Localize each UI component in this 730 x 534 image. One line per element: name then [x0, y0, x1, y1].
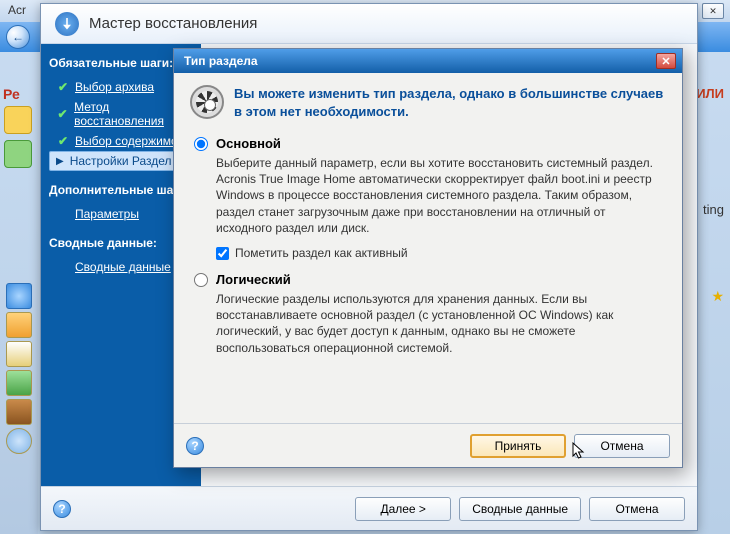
radio-primary[interactable]: Основной: [194, 136, 662, 151]
bg-left-dock: [0, 280, 38, 534]
active-checkbox-label: Пометить раздел как активный: [235, 246, 408, 260]
restore-icon[interactable]: [4, 140, 32, 168]
radio-primary-label: Основной: [216, 136, 281, 151]
dialog-title-text: Тип раздела: [184, 54, 258, 68]
bg-right-text-1: ИЛИ: [696, 86, 724, 101]
back-button[interactable]: ←: [6, 25, 30, 49]
partition-type-dialog: Тип раздела ✕ Вы можете изменить тип раз…: [173, 48, 683, 468]
bg-close-button[interactable]: ✕: [702, 3, 724, 19]
dialog-close-button[interactable]: ✕: [656, 53, 676, 69]
active-checkbox[interactable]: [216, 247, 229, 260]
dialog-footer: ? Принять Отмена: [174, 423, 682, 467]
dialog-info-row: Вы можете изменить тип раздела, однако в…: [174, 73, 682, 126]
dock-search-icon[interactable]: [6, 428, 32, 454]
cancel-button[interactable]: Отмена: [589, 497, 685, 521]
logical-description: Логические разделы используются для хран…: [216, 291, 662, 356]
dock-check-icon[interactable]: [6, 370, 32, 396]
empty-icon: ·: [57, 208, 69, 220]
clock-flag-icon: [190, 85, 224, 119]
dock-icon-1[interactable]: [6, 283, 32, 309]
bg-toolbar-icons: [0, 100, 40, 174]
dock-tools-icon[interactable]: [6, 399, 32, 425]
step-partition-c-label: Настройки Раздел C: [70, 154, 184, 168]
empty-icon: ·: [57, 261, 69, 273]
arrow-right-icon: ▶: [56, 156, 64, 167]
check-icon: ✔: [57, 135, 69, 147]
wizard-title-text: Мастер восстановления: [89, 15, 257, 32]
wizard-footer: ? Далее > Сводные данные Отмена: [41, 486, 697, 530]
accept-button[interactable]: Принять: [470, 434, 566, 458]
folder-up-icon[interactable]: [4, 106, 32, 134]
radio-primary-input[interactable]: [194, 137, 208, 151]
dock-icon-2[interactable]: [6, 312, 32, 338]
check-icon: ✔: [57, 108, 68, 120]
radio-logical-label: Логический: [216, 272, 291, 287]
wizard-titlebar: Мастер восстановления: [41, 4, 697, 44]
check-icon: ✔: [57, 81, 69, 93]
dialog-titlebar[interactable]: Тип раздела ✕: [174, 49, 682, 73]
dialog-help-icon[interactable]: ?: [186, 437, 204, 455]
active-checkbox-row[interactable]: Пометить раздел как активный: [216, 246, 662, 260]
favorite-star-icon[interactable]: ★: [711, 288, 724, 305]
step-content-link[interactable]: Выбор содержимого: [75, 134, 189, 148]
radio-logical[interactable]: Логический: [194, 272, 662, 287]
bg-right-text-2: ting: [703, 202, 724, 217]
dialog-info-text: Вы можете изменить тип раздела, однако в…: [234, 85, 666, 120]
dock-clipboard-icon[interactable]: [6, 341, 32, 367]
radio-logical-input[interactable]: [194, 273, 208, 287]
next-button[interactable]: Далее >: [355, 497, 451, 521]
wizard-icon: [55, 12, 79, 36]
summary-button[interactable]: Сводные данные: [459, 497, 581, 521]
step-archive-link[interactable]: Выбор архива: [75, 80, 154, 94]
step-params-link[interactable]: Параметры: [75, 207, 139, 221]
bg-app-name: Acr: [8, 3, 26, 17]
dialog-body: Основной Выберите данный параметр, если …: [174, 126, 682, 423]
help-icon[interactable]: ?: [53, 500, 71, 518]
primary-description: Выберите данный параметр, если вы хотите…: [216, 155, 662, 236]
step-summary-link[interactable]: Сводные данные: [75, 260, 171, 274]
dialog-cancel-button[interactable]: Отмена: [574, 434, 670, 458]
